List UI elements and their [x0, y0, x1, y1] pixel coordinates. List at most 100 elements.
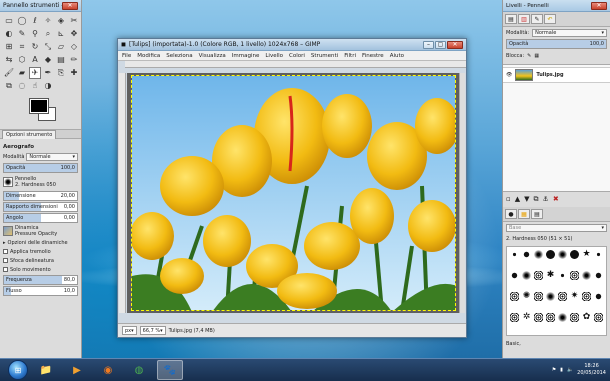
horizontal-ruler[interactable] — [125, 61, 466, 68]
vertical-scrollbar[interactable] — [459, 73, 465, 313]
perspective-icon[interactable]: ◇ — [68, 41, 80, 53]
jitter-checkbox[interactable]: Applica tremolio — [3, 247, 78, 256]
brush-item[interactable]: ★ — [582, 250, 591, 259]
menu-filters[interactable]: Filtri — [344, 53, 356, 59]
tab-layers[interactable]: ▤ — [505, 14, 517, 24]
opacity-slider[interactable]: Opacità 100,0 — [3, 163, 78, 173]
cage-icon[interactable]: ⬡ — [16, 54, 28, 66]
dodge-icon[interactable]: ◑ — [42, 80, 54, 92]
brush-item[interactable] — [596, 252, 601, 257]
menu-select[interactable]: Seleziona — [166, 53, 192, 59]
brush-item[interactable] — [546, 292, 555, 301]
tab-channels[interactable]: ▥ — [518, 14, 530, 24]
brush-item[interactable]: ✿ — [582, 313, 591, 322]
rate-slider[interactable]: Frequenza 80,0 — [3, 275, 78, 285]
brush-item[interactable]: ✲ — [522, 313, 531, 322]
anchor-layer-icon[interactable]: ⚓ — [543, 195, 549, 204]
layer-mode-dropdown[interactable]: Normale ▾ — [532, 28, 607, 37]
tab-paths[interactable]: ✎ — [531, 14, 543, 24]
tab-undo[interactable]: ↶ — [544, 14, 556, 24]
brush-preview-button[interactable] — [3, 177, 13, 187]
brush-item[interactable] — [582, 292, 591, 301]
lasso-icon[interactable]: ℓ — [29, 15, 41, 27]
color-picker-icon[interactable]: ⚲ — [29, 28, 41, 40]
brush-item[interactable] — [560, 273, 565, 278]
rect-select-icon[interactable]: ▭ — [3, 15, 15, 27]
clock[interactable]: 18:26 20/05/2014 — [577, 363, 606, 377]
close-button[interactable]: ✕ — [447, 40, 463, 49]
brush-item[interactable] — [558, 313, 567, 322]
brush-item[interactable] — [510, 313, 519, 322]
color-select-icon[interactable]: ◈ — [55, 15, 67, 27]
brush-item[interactable] — [558, 292, 567, 301]
airbrush-icon[interactable]: ✈ — [29, 67, 41, 79]
image-window-titlebar[interactable]: ◼ [Tulips] (importata)-1.0 (Colore RGB, … — [118, 39, 466, 51]
flow-slider[interactable]: Flusso 10,0 — [3, 286, 78, 296]
menu-layer[interactable]: Livello — [265, 53, 283, 59]
brush-item[interactable] — [582, 271, 591, 280]
brush-item[interactable] — [570, 250, 579, 259]
menu-image[interactable]: Immagine — [232, 53, 260, 59]
text-icon[interactable]: A — [29, 54, 41, 66]
brush-item[interactable] — [594, 313, 603, 322]
layer-row[interactable]: 👁 Tulips.jpg — [503, 67, 610, 83]
align-icon[interactable]: ⊞ — [3, 41, 15, 53]
layer-opacity-slider[interactable]: Opacità 100,0 — [506, 39, 607, 49]
lower-layer-icon[interactable]: ▼ — [524, 195, 529, 204]
clone-icon[interactable]: ⎘ — [55, 67, 67, 79]
menu-view[interactable]: Visualizza — [199, 53, 226, 59]
brush-item[interactable]: ✱ — [546, 271, 555, 280]
gimp-taskbar-icon[interactable]: 🐾 — [157, 360, 183, 380]
tulips-image[interactable] — [131, 75, 456, 311]
shear-icon[interactable]: ▱ — [55, 41, 67, 53]
tab-brushes[interactable]: ● — [505, 209, 517, 219]
brush-item[interactable] — [523, 251, 530, 258]
eye-icon[interactable]: 👁 — [506, 72, 512, 78]
menu-tools[interactable]: Strumenti — [311, 53, 338, 59]
canvas-area[interactable] — [127, 73, 460, 313]
network-icon[interactable]: ▮ — [560, 367, 563, 373]
smooth-stroke-checkbox[interactable]: Sfoca delineatura — [3, 256, 78, 265]
start-button[interactable]: ⊞ — [8, 360, 28, 380]
aspect-ratio-slider[interactable]: Rapporto dimensioni 0,00 — [3, 202, 78, 212]
blend-icon[interactable]: ▤ — [55, 54, 67, 66]
bucket-fill-icon[interactable]: ◆ — [42, 54, 54, 66]
close-button[interactable]: ✕ — [62, 1, 78, 10]
dynamics-options-expander[interactable]: ▸ Opzioni delle dinamiche — [3, 238, 78, 247]
mode-dropdown[interactable]: Normale ▾ — [26, 153, 78, 161]
ink-icon[interactable]: ✒ — [42, 67, 54, 79]
color-selector[interactable] — [4, 97, 77, 127]
brush-item[interactable] — [534, 292, 543, 301]
brush-item[interactable] — [511, 272, 518, 279]
foreground-select-icon[interactable]: ◐ — [3, 28, 15, 40]
tab-patterns[interactable]: ▦ — [518, 209, 530, 219]
scale-icon[interactable]: ⤡ — [42, 41, 54, 53]
raise-layer-icon[interactable]: ▲ — [515, 195, 520, 204]
menu-help[interactable]: Aiuto — [390, 53, 404, 59]
brush-item[interactable] — [546, 250, 555, 259]
vertical-ruler[interactable] — [119, 73, 126, 313]
toolbox-titlebar[interactable]: Pannello strumenti - O... ✕ — [0, 0, 81, 12]
menu-edit[interactable]: Modifica — [137, 53, 160, 59]
perspective-clone-icon[interactable]: ⧉ — [3, 80, 15, 92]
brush-item[interactable] — [510, 292, 519, 301]
zoom-icon[interactable]: ⌕ — [42, 28, 54, 40]
brush-item[interactable] — [570, 271, 579, 280]
size-slider[interactable]: Dimensione 20,00 — [3, 191, 78, 201]
brush-item[interactable] — [534, 271, 543, 280]
angle-slider[interactable]: Angolo 0,00 — [3, 213, 78, 223]
brush-lock-icon[interactable]: ✎ — [527, 53, 531, 59]
crop-icon[interactable]: ⌗ — [16, 41, 28, 53]
alpha-lock-icon[interactable]: ▦ — [534, 53, 539, 59]
zoom-selector[interactable]: 66,7 % ▾ — [139, 326, 166, 335]
delete-layer-icon[interactable]: ✖ — [553, 195, 559, 204]
brush-item[interactable] — [546, 313, 555, 322]
brush-item[interactable] — [512, 252, 517, 257]
rotate-icon[interactable]: ↻ — [29, 41, 41, 53]
scissors-icon[interactable]: ✂ — [68, 15, 80, 27]
brush-item[interactable] — [534, 250, 543, 259]
brush-item[interactable] — [558, 250, 567, 259]
paintbrush-icon[interactable]: 🖌 — [3, 67, 15, 79]
brush-item[interactable]: ✷ — [570, 292, 579, 301]
brush-item[interactable] — [522, 271, 531, 280]
